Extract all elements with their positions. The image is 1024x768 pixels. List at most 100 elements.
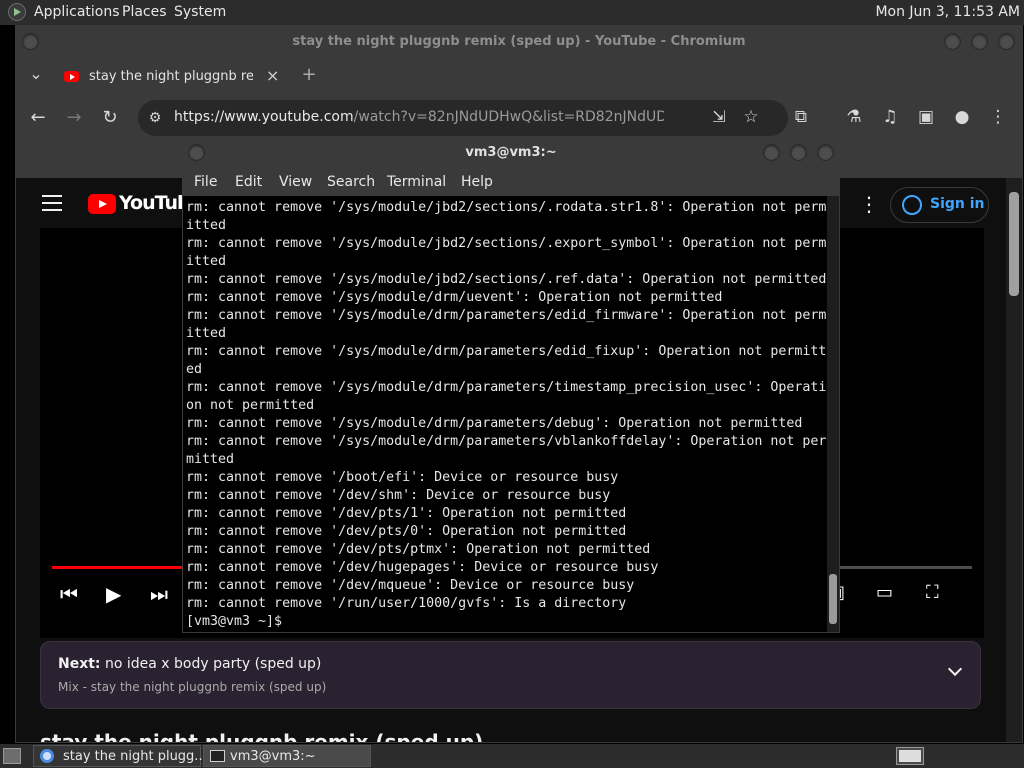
- media-controls-icon[interactable]: ♫: [879, 108, 901, 126]
- install-app-icon[interactable]: ⇲: [708, 108, 730, 126]
- page-scrollbar[interactable]: [1006, 178, 1022, 742]
- terminal-line: [vm3@vm3 ~]$: [186, 614, 291, 629]
- page-scrollbar-thumb[interactable]: [1009, 192, 1019, 296]
- taskbar-terminal-label: vm3@vm3:~: [230, 749, 316, 764]
- system-menu[interactable]: System: [174, 4, 226, 20]
- terminal-menubar: File Edit View Search Terminal Help: [183, 168, 839, 196]
- play-icon[interactable]: ▶: [106, 582, 121, 606]
- terminal-close-icon[interactable]: [817, 144, 834, 161]
- terminal-line: rm: cannot remove '/sys/module/jbd2/sect…: [186, 200, 827, 215]
- up-next-playlist: Mix - stay the night pluggnb remix (sped…: [58, 680, 327, 694]
- clock[interactable]: Mon Jun 3, 11:53 AM: [875, 4, 1020, 20]
- maximize-icon[interactable]: [971, 33, 988, 50]
- terminal-maximize-icon[interactable]: [790, 144, 807, 161]
- terminal-line: rm: cannot remove '/dev/shm': Device or …: [186, 488, 611, 503]
- terminal-output[interactable]: rm: cannot remove '/sys/module/jbd2/sect…: [186, 199, 827, 631]
- terminal-line: rm: cannot remove '/dev/hugepages': Devi…: [186, 560, 659, 575]
- url-path: /watch?v=82nJNdUDHwQ&list=RD82nJNdUDHwQ&…: [353, 109, 664, 125]
- address-bar[interactable]: ⚙ https://www.youtube.com/watch?v=82nJNd…: [138, 100, 788, 136]
- terminal-line: mitted: [186, 452, 235, 467]
- terminal-line: rm: cannot remove '/sys/module/jbd2/sect…: [186, 272, 827, 287]
- close-window-icon[interactable]: [998, 33, 1015, 50]
- terminal-line: rm: cannot remove '/dev/mqueue': Device …: [186, 578, 635, 593]
- labs-flask-icon[interactable]: ⚗: [843, 108, 865, 126]
- terminal-line: rm: cannot remove '/dev/pts/0': Operatio…: [186, 524, 627, 539]
- up-next-line: Next: no idea x body party (sped up): [58, 656, 321, 672]
- youtube-settings-icon[interactable]: ⋮: [859, 192, 879, 216]
- terminal-menu-view[interactable]: View: [279, 174, 312, 190]
- terminal-line: rm: cannot remove '/sys/module/drm/param…: [186, 344, 827, 359]
- next-track-icon[interactable]: ⏭: [150, 582, 168, 606]
- terminal-line: rm: cannot remove '/sys/module/jbd2/sect…: [186, 236, 827, 251]
- sign-in-label: Sign in: [930, 196, 985, 212]
- up-next-title: no idea x body party (sped up): [105, 656, 322, 672]
- video-title: stay the night pluggnb remix (sped up): [40, 730, 484, 742]
- show-desktop-icon[interactable]: [3, 748, 21, 764]
- terminal-line: rm: cannot remove '/boot/efi': Device or…: [186, 470, 619, 485]
- profile-icon[interactable]: ●: [951, 108, 973, 126]
- terminal-icon: [210, 750, 225, 762]
- tab-search-icon[interactable]: ⌄: [25, 65, 47, 83]
- up-next-label: Next:: [58, 656, 101, 672]
- applications-logo-icon[interactable]: [8, 3, 26, 21]
- bottom-taskbar: stay the night plugg... vm3@vm3:~: [0, 744, 1024, 768]
- chrome-menu-icon[interactable]: ⋮: [987, 108, 1009, 126]
- browser-tab[interactable]: stay the night pluggnb remix (sped up) -…: [56, 60, 294, 94]
- tab-strip: ⌄ stay the night pluggnb remix (sped up)…: [16, 58, 1022, 94]
- bookmark-star-icon[interactable]: ☆: [740, 108, 762, 126]
- terminal-line: rm: cannot remove '/sys/module/drm/param…: [186, 416, 803, 431]
- terminal-minimize-icon[interactable]: [763, 144, 780, 161]
- extensions-icon[interactable]: ⧉: [790, 108, 812, 126]
- url-host: https://www.youtube.com: [174, 109, 354, 125]
- back-icon[interactable]: ←: [27, 109, 49, 127]
- browser-toolbar: ← → ↻ ⚙ https://www.youtube.com/watch?v=…: [16, 94, 1022, 142]
- theater-mode-icon[interactable]: ▭: [876, 582, 893, 603]
- forward-icon[interactable]: →: [63, 109, 85, 127]
- terminal-menu-edit[interactable]: Edit: [235, 174, 262, 190]
- terminal-scrollbar[interactable]: [827, 196, 839, 632]
- terminal-line: rm: cannot remove '/run/user/1000/gvfs':…: [186, 596, 627, 611]
- terminal-line: on not permitted: [186, 398, 315, 413]
- site-info-icon[interactable]: ⚙: [144, 109, 166, 127]
- terminal-line: rm: cannot remove '/sys/module/drm/param…: [186, 434, 827, 449]
- workspace-switcher[interactable]: [896, 747, 924, 765]
- sign-in-button[interactable]: Sign in: [890, 187, 989, 223]
- terminal-title: vm3@vm3:~: [465, 145, 557, 160]
- terminal-line: rm: cannot remove '/sys/module/drm/param…: [186, 380, 827, 395]
- terminal-menu-file[interactable]: File: [194, 174, 217, 190]
- chevron-down-icon[interactable]: [947, 661, 963, 677]
- terminal-line: ed: [186, 362, 203, 377]
- terminal-line: rm: cannot remove '/sys/module/drm/param…: [186, 308, 827, 323]
- chromium-icon: [40, 749, 54, 763]
- taskbar-chromium-label: stay the night plugg...: [63, 749, 207, 764]
- fullscreen-icon[interactable]: ⛶: [926, 582, 939, 603]
- terminal-line: rm: cannot remove '/dev/pts/1': Operatio…: [186, 506, 627, 521]
- places-menu[interactable]: Places: [122, 4, 167, 20]
- youtube-logo-icon[interactable]: [88, 194, 116, 214]
- applications-menu[interactable]: Applications: [34, 4, 120, 20]
- terminal-scrollbar-thumb[interactable]: [829, 574, 837, 624]
- taskbar-terminal[interactable]: vm3@vm3:~: [203, 745, 371, 767]
- terminal-menu-terminal[interactable]: Terminal: [387, 174, 446, 190]
- tab-close-icon[interactable]: ×: [266, 66, 279, 85]
- chromium-titlebar[interactable]: stay the night pluggnb remix (sped up) -…: [16, 26, 1022, 58]
- previous-icon[interactable]: ⏮: [60, 582, 78, 606]
- terminal-menu-search[interactable]: Search: [327, 174, 375, 190]
- terminal-titlebar[interactable]: vm3@vm3:~: [183, 138, 839, 168]
- youtube-favicon-icon: [64, 71, 79, 82]
- account-circle-icon: [902, 195, 922, 215]
- minimize-icon[interactable]: [944, 33, 961, 50]
- side-panel-icon[interactable]: ▣: [915, 108, 937, 126]
- youtube-menu-icon[interactable]: [42, 195, 62, 211]
- url-text[interactable]: https://www.youtube.com/watch?v=82nJNdUD…: [174, 109, 664, 125]
- reload-icon[interactable]: ↻: [99, 109, 121, 127]
- tab-title: stay the night pluggnb remix (sped up) -…: [89, 69, 253, 84]
- terminal-line: rm: cannot remove '/sys/module/drm/ueven…: [186, 290, 723, 305]
- taskbar-chromium[interactable]: stay the night plugg...: [33, 745, 207, 767]
- terminal-line: itted: [186, 254, 227, 269]
- new-tab-icon[interactable]: +: [298, 66, 320, 84]
- terminal-menu-help[interactable]: Help: [461, 174, 493, 190]
- top-panel: Applications Places System Mon Jun 3, 11…: [0, 0, 1024, 25]
- up-next-card[interactable]: Next: no idea x body party (sped up) Mix…: [40, 641, 981, 709]
- video-progress-fill: [52, 566, 181, 569]
